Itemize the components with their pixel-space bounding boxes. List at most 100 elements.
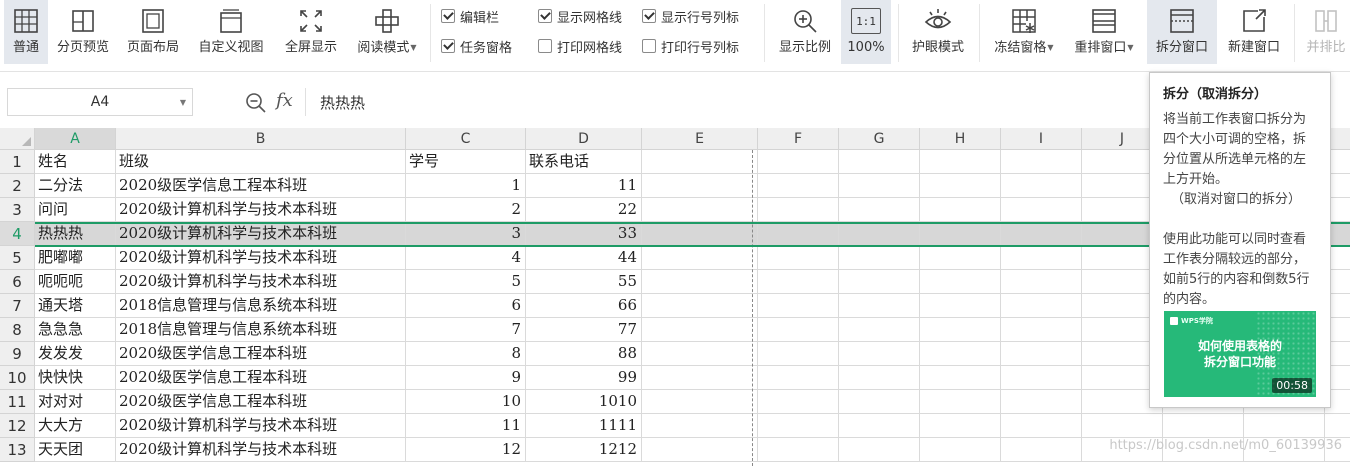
- table-cell[interactable]: 5: [406, 270, 526, 294]
- table-cell[interactable]: 11: [526, 174, 642, 198]
- table-cell[interactable]: 7: [406, 318, 526, 342]
- checkbox-show-headings[interactable]: 显示行号列标: [642, 6, 739, 26]
- table-cell[interactable]: 问问: [35, 198, 116, 222]
- table-cell[interactable]: [839, 198, 920, 222]
- row-header[interactable]: 7: [0, 294, 35, 318]
- table-cell[interactable]: 2020级计算机科学与技术本科班: [116, 438, 406, 462]
- table-cell[interactable]: 快快快: [35, 366, 116, 390]
- table-cell[interactable]: [920, 150, 1001, 174]
- row-header[interactable]: 10: [0, 366, 35, 390]
- table-cell[interactable]: 2: [406, 198, 526, 222]
- arrange-windows-button[interactable]: 重排窗口▼: [1066, 0, 1142, 64]
- table-cell[interactable]: 66: [526, 294, 642, 318]
- table-cell[interactable]: [1001, 222, 1082, 246]
- table-cell[interactable]: [920, 246, 1001, 270]
- chevron-down-icon[interactable]: ▼: [180, 98, 186, 107]
- row-header[interactable]: 5: [0, 246, 35, 270]
- table-cell[interactable]: [642, 342, 758, 366]
- table-cell[interactable]: [642, 366, 758, 390]
- table-cell[interactable]: [758, 222, 839, 246]
- table-cell[interactable]: [920, 270, 1001, 294]
- eye-protection-button[interactable]: 护眼模式: [904, 0, 972, 64]
- row-header[interactable]: 6: [0, 270, 35, 294]
- table-cell[interactable]: 88: [526, 342, 642, 366]
- table-cell[interactable]: [758, 246, 839, 270]
- table-cell[interactable]: [1001, 390, 1082, 414]
- table-cell[interactable]: 33: [526, 222, 642, 246]
- tutorial-video-thumbnail[interactable]: WPS学院 如何使用表格的 拆分窗口功能 00:58: [1164, 311, 1316, 397]
- table-cell[interactable]: [1001, 318, 1082, 342]
- table-cell[interactable]: 大大方: [35, 414, 116, 438]
- column-header-g[interactable]: G: [839, 128, 920, 150]
- table-cell[interactable]: 呃呃呃: [35, 270, 116, 294]
- table-cell[interactable]: [839, 294, 920, 318]
- column-header-i[interactable]: I: [1001, 128, 1082, 150]
- row-header[interactable]: 9: [0, 342, 35, 366]
- table-cell[interactable]: [758, 438, 839, 462]
- table-cell[interactable]: [642, 198, 758, 222]
- table-cell[interactable]: 通天塔: [35, 294, 116, 318]
- table-cell[interactable]: 22: [526, 198, 642, 222]
- table-cell[interactable]: [642, 438, 758, 462]
- row-header[interactable]: 12: [0, 414, 35, 438]
- table-cell[interactable]: [839, 366, 920, 390]
- table-cell[interactable]: 55: [526, 270, 642, 294]
- table-cell[interactable]: 班级: [116, 150, 406, 174]
- table-cell[interactable]: [1001, 366, 1082, 390]
- select-all-corner[interactable]: [0, 128, 35, 150]
- table-cell[interactable]: [839, 390, 920, 414]
- row-header[interactable]: 8: [0, 318, 35, 342]
- table-cell[interactable]: [758, 294, 839, 318]
- fx-icon[interactable]: fx: [276, 90, 293, 111]
- normal-view-button[interactable]: 普通: [4, 0, 48, 64]
- table-cell[interactable]: [839, 222, 920, 246]
- side-by-side-button[interactable]: 并排比: [1302, 0, 1350, 64]
- row-header[interactable]: 11: [0, 390, 35, 414]
- table-cell[interactable]: 2020级计算机科学与技术本科班: [116, 222, 406, 246]
- table-cell[interactable]: [1001, 294, 1082, 318]
- table-cell[interactable]: 99: [526, 366, 642, 390]
- table-cell[interactable]: [1001, 246, 1082, 270]
- table-cell[interactable]: 11: [406, 414, 526, 438]
- table-cell[interactable]: 对对对: [35, 390, 116, 414]
- table-cell[interactable]: 2020级计算机科学与技术本科班: [116, 270, 406, 294]
- table-cell[interactable]: 6: [406, 294, 526, 318]
- name-box[interactable]: A4 ▼: [7, 88, 193, 116]
- table-cell[interactable]: [758, 198, 839, 222]
- table-cell[interactable]: [642, 174, 758, 198]
- table-cell[interactable]: 1: [406, 174, 526, 198]
- table-cell[interactable]: [839, 438, 920, 462]
- table-cell[interactable]: [1001, 270, 1082, 294]
- table-cell[interactable]: [642, 270, 758, 294]
- table-cell[interactable]: [1001, 174, 1082, 198]
- zoom-ratio-button[interactable]: 显示比例: [772, 0, 838, 64]
- table-cell[interactable]: [839, 414, 920, 438]
- checkbox-print-headings[interactable]: 打印行号列标: [642, 36, 739, 56]
- row-header[interactable]: 3: [0, 198, 35, 222]
- table-cell[interactable]: 2020级医学信息工程本科班: [116, 366, 406, 390]
- table-cell[interactable]: [1244, 414, 1325, 438]
- table-cell[interactable]: 姓名: [35, 150, 116, 174]
- table-cell[interactable]: [758, 174, 839, 198]
- search-icon[interactable]: [245, 92, 267, 114]
- table-cell[interactable]: 1010: [526, 390, 642, 414]
- checkbox-show-gridlines[interactable]: 显示网格线: [538, 6, 622, 26]
- table-cell[interactable]: 2020级计算机科学与技术本科班: [116, 198, 406, 222]
- table-cell[interactable]: [839, 342, 920, 366]
- table-cell[interactable]: 44: [526, 246, 642, 270]
- fullscreen-button[interactable]: 全屏显示: [276, 0, 346, 64]
- table-cell[interactable]: [642, 414, 758, 438]
- table-cell[interactable]: 4: [406, 246, 526, 270]
- table-cell[interactable]: 9: [406, 366, 526, 390]
- table-cell[interactable]: 肥嘟嘟: [35, 246, 116, 270]
- table-cell[interactable]: [1001, 438, 1082, 462]
- table-cell[interactable]: 2020级计算机科学与技术本科班: [116, 246, 406, 270]
- table-cell[interactable]: [1325, 414, 1350, 438]
- table-cell[interactable]: [839, 318, 920, 342]
- table-cell[interactable]: [758, 270, 839, 294]
- table-cell[interactable]: [920, 438, 1001, 462]
- table-cell[interactable]: [920, 174, 1001, 198]
- column-header-c[interactable]: C: [406, 128, 526, 150]
- table-cell[interactable]: [1163, 414, 1244, 438]
- table-cell[interactable]: [758, 342, 839, 366]
